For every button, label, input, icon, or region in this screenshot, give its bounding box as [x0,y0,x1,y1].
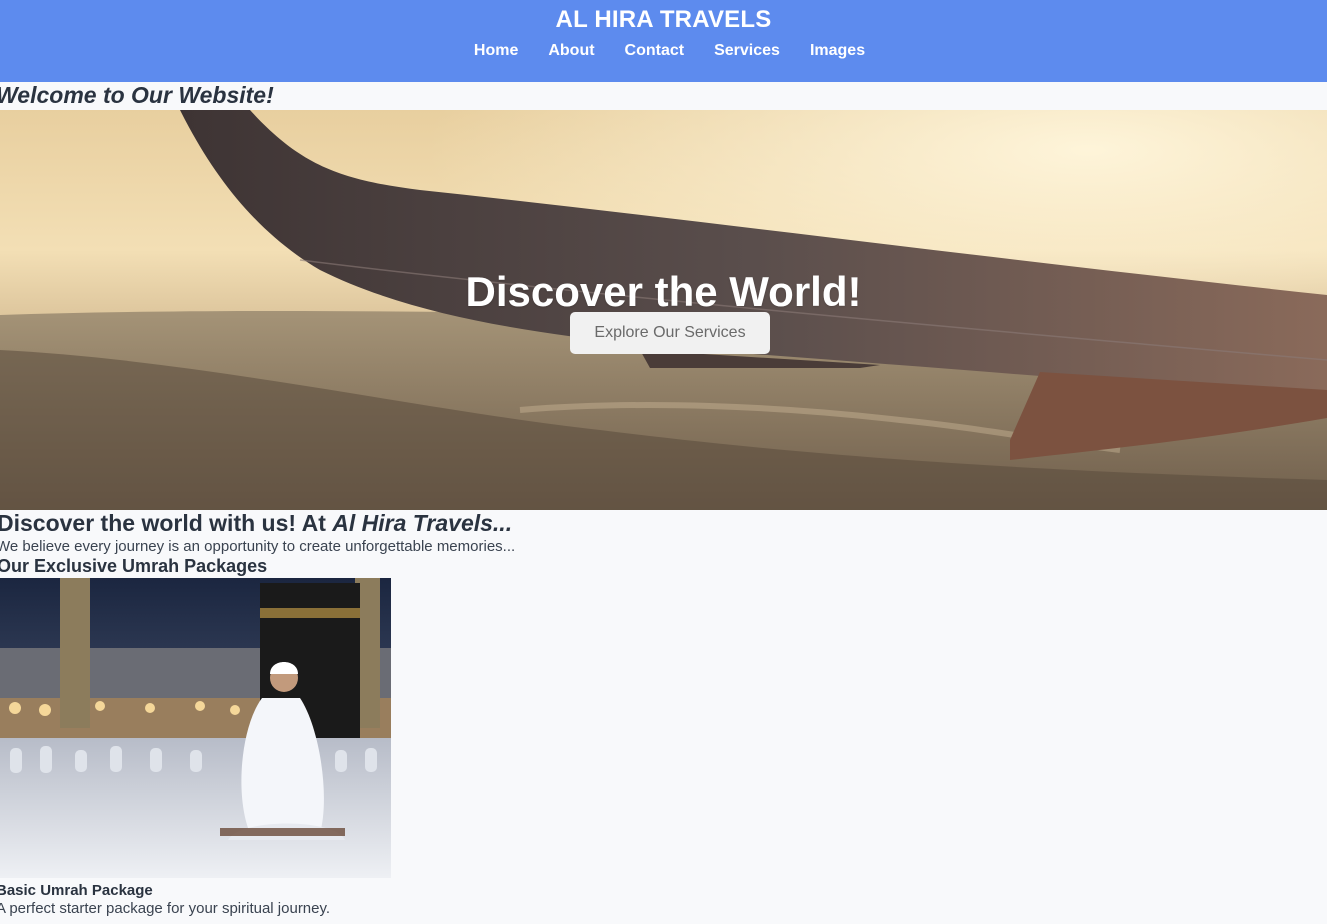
site-title: AL HIRA TRAVELS [555,6,772,33]
package-description: A perfect starter package for your spiri… [0,900,331,917]
nav-images[interactable]: Images [810,42,865,60]
packages-heading: Our Exclusive Umrah Packages [0,556,268,576]
welcome-heading: Welcome to Our Website! [0,82,274,108]
umrah-package-image [0,578,391,878]
site-header: AL HIRA TRAVELS Home About Contact Servi… [0,0,1327,82]
hero-banner: Discover the World! Explore Our Services [0,110,1327,510]
explore-services-button[interactable]: Explore Our Services [570,312,770,354]
package-title: Basic Umrah Package [0,882,153,899]
intro-heading-brand: Al Hira Travels... [332,510,513,536]
nav-services[interactable]: Services [714,42,780,60]
hero-title: Discover the World! [465,268,862,315]
intro-heading-prefix: Discover the world with us! At [0,510,333,536]
kaaba-prayer-image [0,578,391,878]
nav-home[interactable]: Home [474,42,518,60]
nav-contact[interactable]: Contact [625,42,685,60]
intro-heading: Discover the world with us! At Al Hira T… [0,510,512,537]
intro-text: We believe every journey is an opportuni… [0,538,516,555]
main-nav: Home About Contact Services Images [0,42,1327,60]
nav-about[interactable]: About [548,42,594,60]
